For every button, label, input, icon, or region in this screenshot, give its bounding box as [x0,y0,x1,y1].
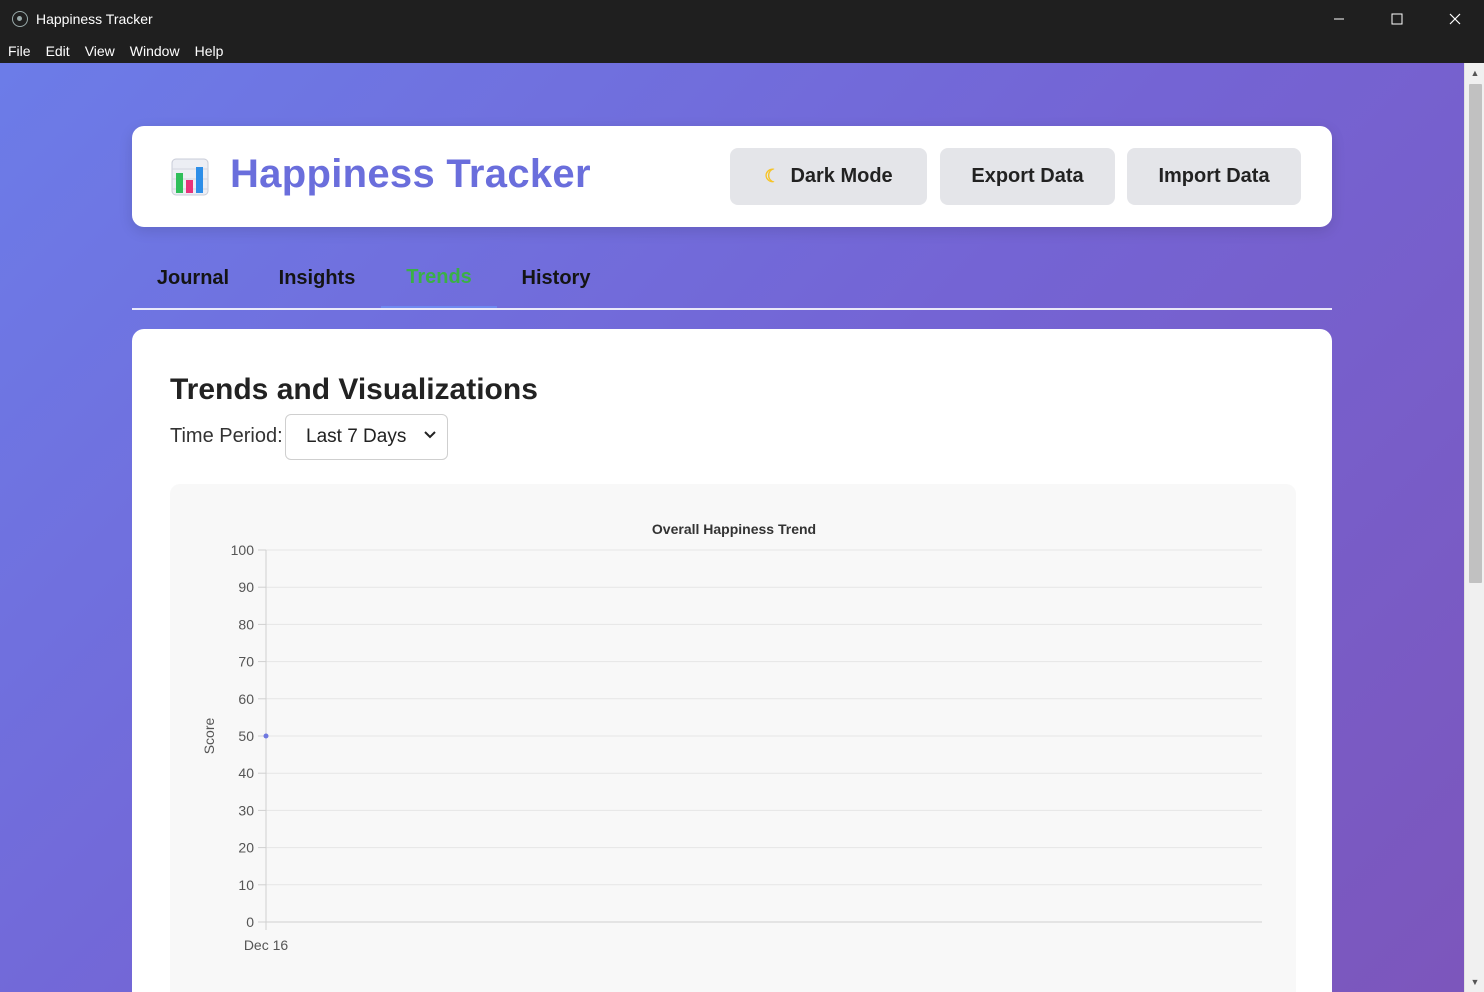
chevron-down-icon [424,431,436,439]
x-tick-label: Dec 16 [244,937,289,953]
y-tick-label: 40 [238,765,254,781]
close-button[interactable] [1426,0,1484,38]
trends-panel: Trends and Visualizations Time Period: L… [132,329,1332,992]
minimize-icon [1334,18,1344,20]
maximize-icon [1391,13,1403,25]
y-tick-label: 80 [238,616,254,632]
moon-icon: ☾ [764,166,781,186]
menu-bar: File Edit View Window Help [0,38,1484,63]
app-title: Happiness Tracker [230,152,591,196]
title-bar: Happiness Tracker [0,0,1484,38]
y-tick-label: 60 [238,691,254,707]
menu-edit[interactable]: Edit [40,43,76,59]
export-data-button[interactable]: Export Data [940,148,1115,205]
chart-canvas: Overall Happiness Trend 0 10 20 30 40 50 60 70 80… [201,521,1262,953]
time-period-select[interactable]: Last 7 Days [285,414,448,460]
time-period-value: Last 7 Days [306,426,407,447]
app-icon [12,11,28,27]
tab-journal[interactable]: Journal [132,248,254,308]
import-data-button[interactable]: Import Data [1127,148,1301,205]
tab-history[interactable]: History [497,248,615,308]
y-tick-label: 0 [246,914,254,930]
time-period-label: Time Period: [170,425,283,447]
y-axis-label: Score [201,718,217,755]
app-header: Happiness Tracker ☾ Dark Mode Export Dat… [132,126,1332,227]
dark-mode-button[interactable]: ☾ Dark Mode [730,148,927,205]
y-tick-label: 100 [231,542,255,558]
minimize-button[interactable] [1310,0,1368,38]
vertical-scrollbar[interactable]: ▲ ▼ [1464,63,1484,992]
section-title: Trends and Visualizations [170,373,538,406]
window-controls [1310,0,1484,38]
tab-bar: Journal Insights Trends History [132,248,1332,310]
menu-view[interactable]: View [79,43,121,59]
scroll-down-icon[interactable]: ▼ [1465,972,1484,992]
data-point [263,733,269,739]
app-content: Happiness Tracker ☾ Dark Mode Export Dat… [0,63,1464,992]
y-tick-label: 70 [238,654,254,670]
y-tick-label: 20 [238,840,254,856]
menu-help[interactable]: Help [189,43,230,59]
menu-window[interactable]: Window [124,43,186,59]
y-tick-label: 30 [238,802,254,818]
scroll-up-icon[interactable]: ▲ [1465,63,1484,83]
maximize-button[interactable] [1368,0,1426,38]
scroll-thumb[interactable] [1469,84,1482,583]
dark-mode-label: Dark Mode [790,165,893,187]
tab-insights[interactable]: Insights [254,248,380,308]
y-tick-label: 10 [238,877,254,893]
tab-trends[interactable]: Trends [381,248,497,308]
y-tick-label: 90 [238,579,254,595]
close-icon [1449,13,1461,25]
chart-title: Overall Happiness Trend [652,521,816,537]
menu-file[interactable]: File [2,43,37,59]
bar-chart-icon [171,158,209,196]
window-title: Happiness Tracker [36,11,153,27]
y-tick-label: 50 [238,728,254,744]
happiness-chart: Overall Happiness Trend 0 10 20 30 40 50 60 70 80… [170,484,1296,992]
